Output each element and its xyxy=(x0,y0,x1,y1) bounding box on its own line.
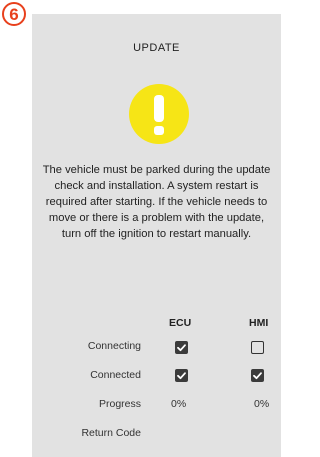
row-label-return-code: Return Code xyxy=(81,427,141,439)
hmi-progress-value: 0% xyxy=(254,398,270,410)
exclamation-icon xyxy=(129,84,189,144)
ecu-progress-value: 0% xyxy=(171,398,187,410)
step-number-badge: 6 xyxy=(2,2,26,26)
dialog-title: UPDATE xyxy=(133,42,180,54)
row-label-connected: Connected xyxy=(90,369,141,381)
update-dialog: UPDATE The vehicle must be parked during… xyxy=(32,14,281,457)
ecu-connecting-checkbox[interactable] xyxy=(175,341,188,354)
ecu-connected-checkbox[interactable] xyxy=(175,369,188,382)
row-label-connecting: Connecting xyxy=(87,340,141,352)
column-header-ecu: ECU xyxy=(169,317,192,329)
hmi-connected-checkbox[interactable] xyxy=(251,369,264,382)
row-label-progress: Progress xyxy=(98,398,141,410)
column-header-hmi: HMI xyxy=(249,317,269,329)
update-message: The vehicle must be parked during the up… xyxy=(42,164,271,240)
hmi-connecting-checkbox[interactable] xyxy=(251,341,264,354)
